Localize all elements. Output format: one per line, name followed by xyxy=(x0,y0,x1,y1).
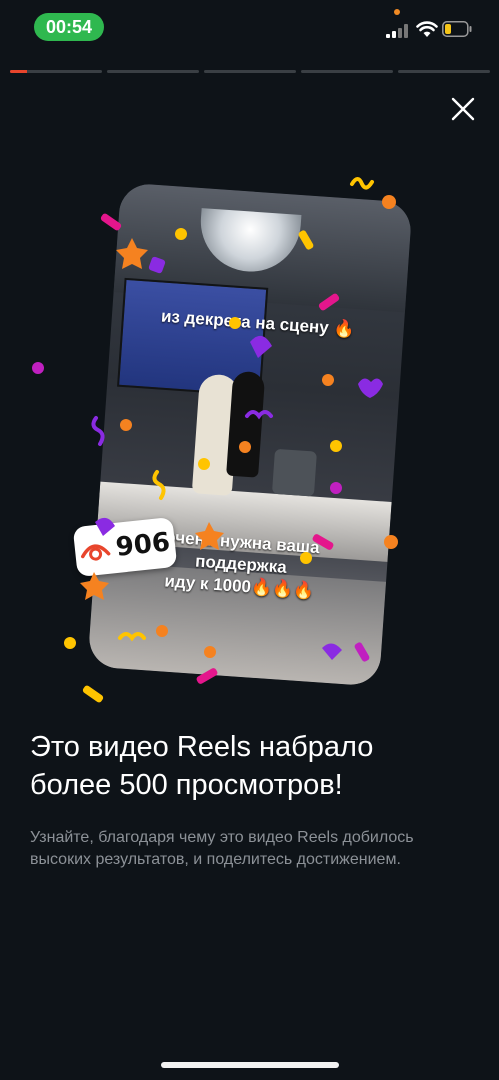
achievement-headline: Это видео Reels набрало более 500 просмо… xyxy=(30,728,470,804)
story-screen: 00:54 из декрета на сцену 🔥 очень нужна … xyxy=(0,0,499,1080)
status-time: 00:54 xyxy=(34,13,104,41)
close-icon[interactable] xyxy=(448,94,478,124)
confetti-layer xyxy=(32,177,398,703)
recording-dot xyxy=(394,9,400,15)
progress-segment-4 xyxy=(301,70,393,73)
achievement-description: Узнайте, благодаря чему это видео Reels … xyxy=(30,829,414,868)
headline-line: Это видео Reels набрало xyxy=(30,731,374,763)
progress-segment-2 xyxy=(107,70,199,73)
wifi-icon xyxy=(416,21,438,37)
progress-segment-3 xyxy=(204,70,296,73)
headline-line: более 500 просмотров! xyxy=(30,769,343,801)
home-indicator[interactable] xyxy=(161,1062,339,1068)
progress-segment-5 xyxy=(398,70,490,73)
battery-icon xyxy=(442,21,472,37)
progress-fill xyxy=(10,70,27,73)
progress-segment-1 xyxy=(10,70,102,73)
story-progress xyxy=(10,70,490,73)
signal-icon xyxy=(386,24,408,38)
